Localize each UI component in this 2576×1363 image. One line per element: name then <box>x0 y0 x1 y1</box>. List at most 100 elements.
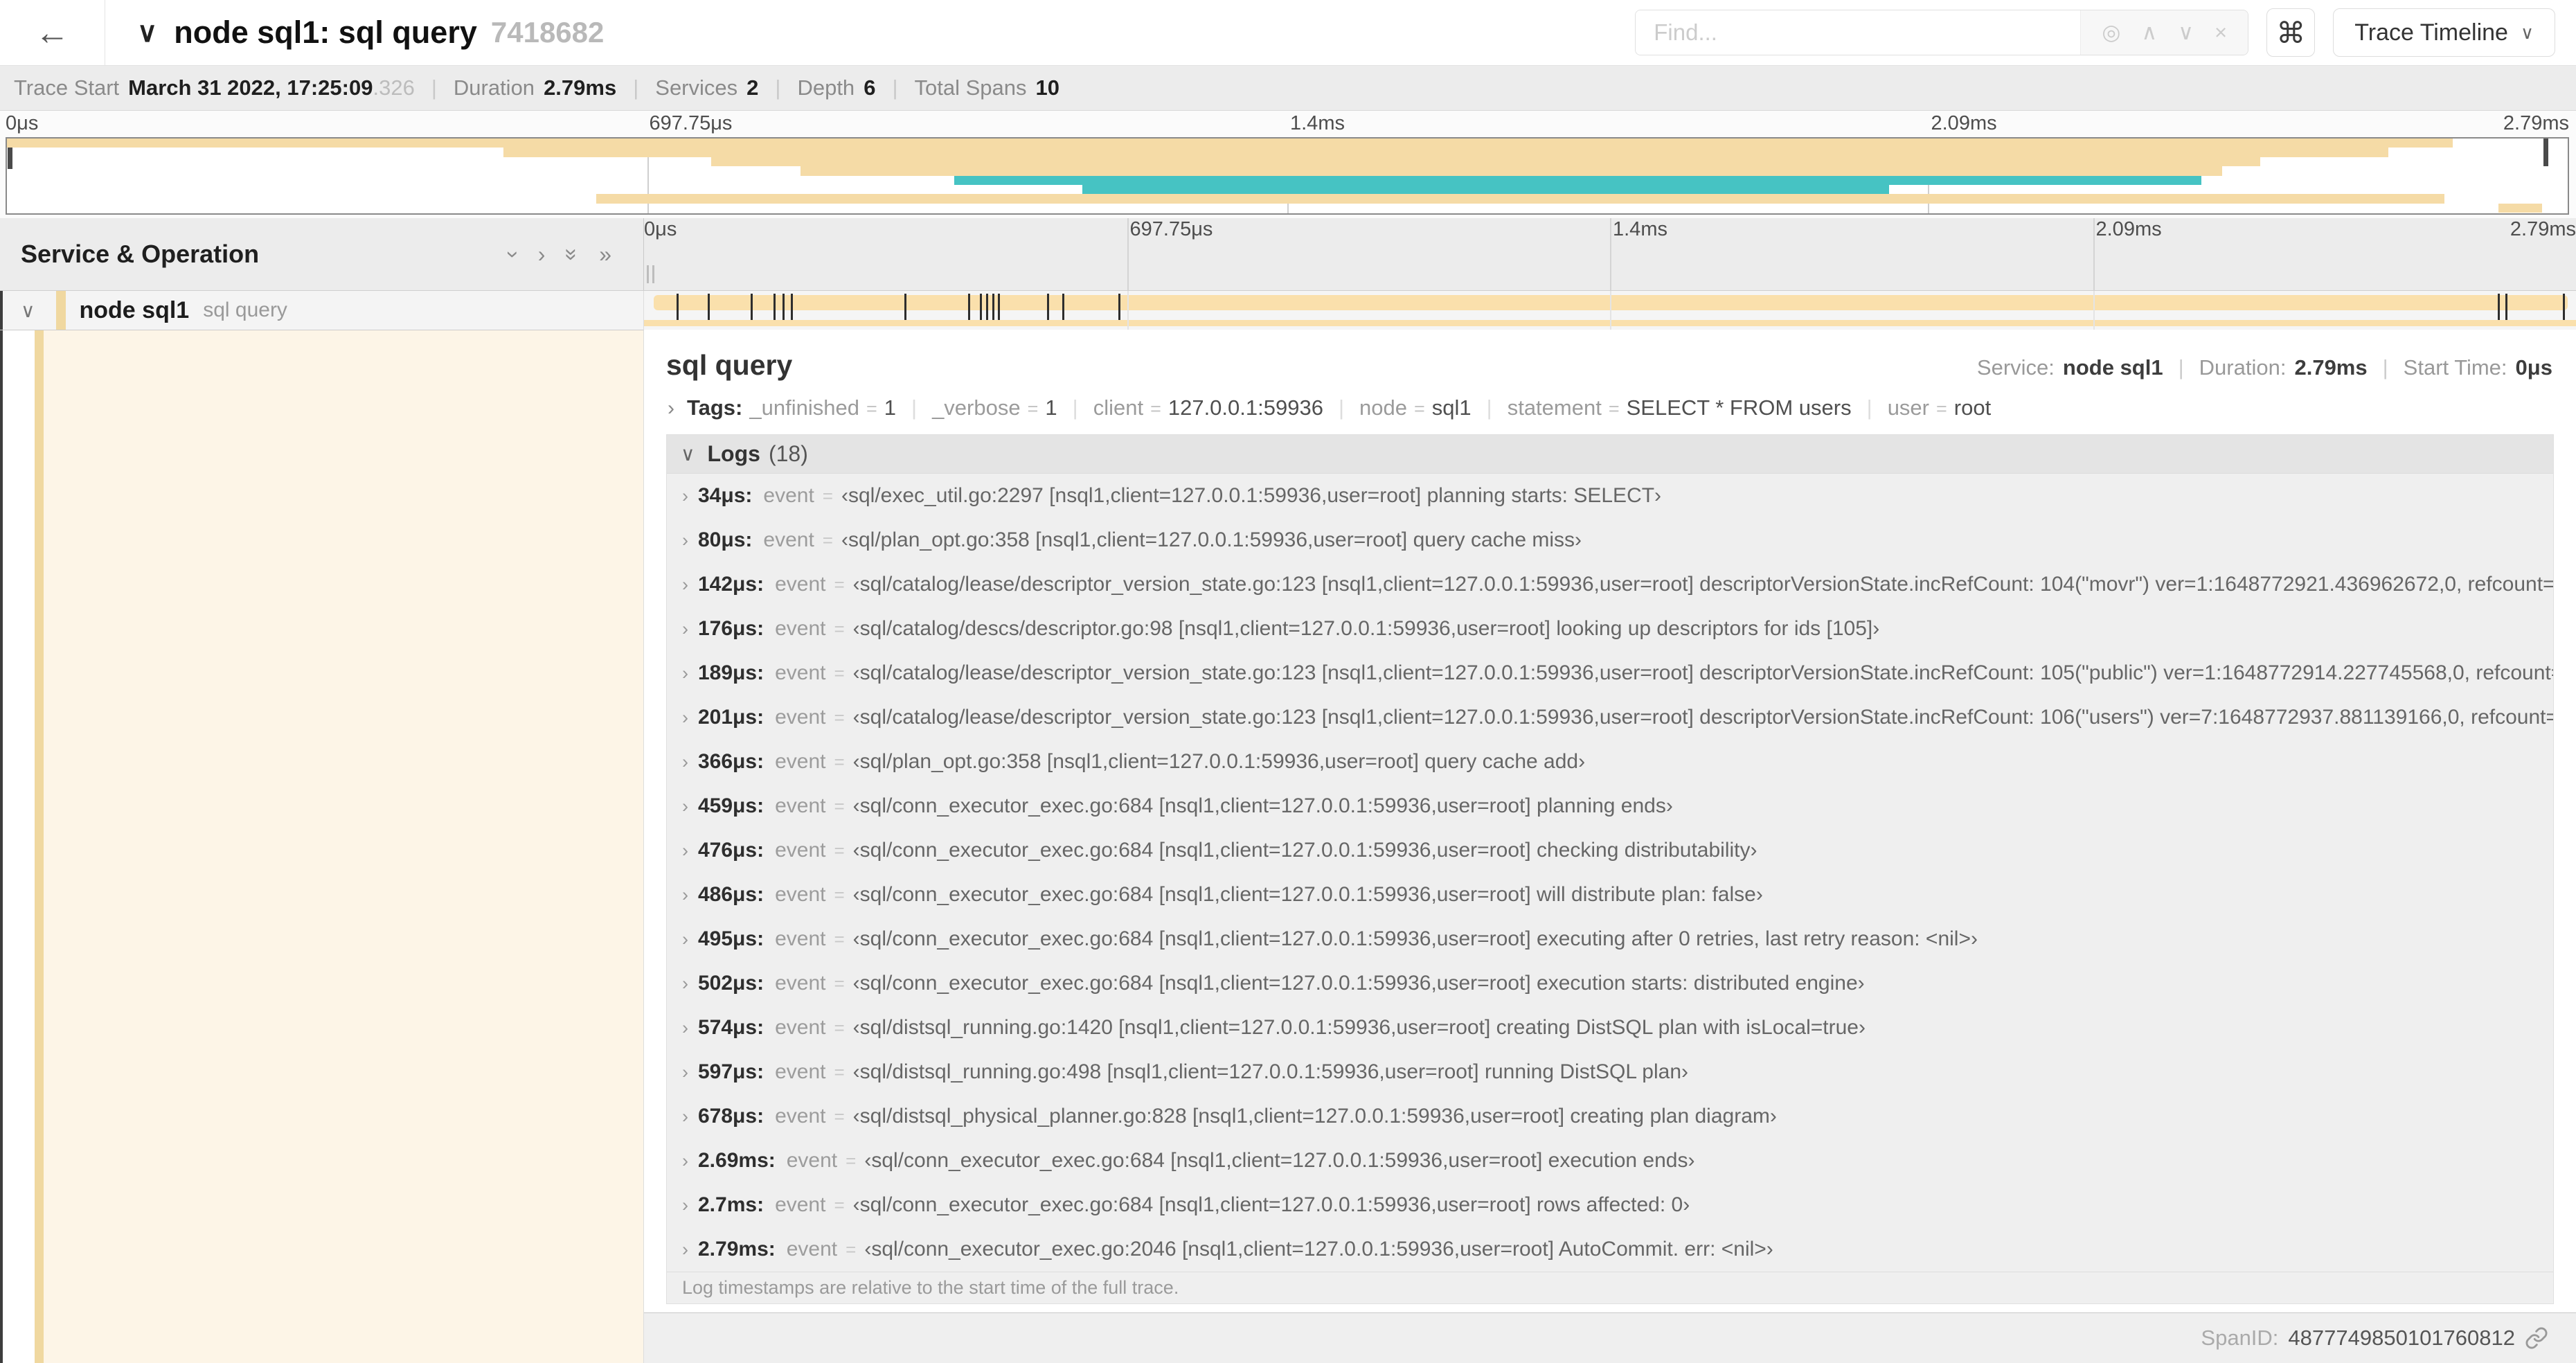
log-expand-chevron-icon[interactable]: › <box>682 618 688 640</box>
span-id-label: SpanID: <box>2201 1326 2279 1350</box>
expand-one-icon[interactable]: › <box>538 242 546 267</box>
tag-item[interactable]: _unfinished = 1 <box>749 395 896 420</box>
tags-row[interactable]: › Tags: _unfinished = 1 _verbose = 1 client = 12… <box>644 390 2576 434</box>
log-row[interactable]: › 459μs: event = ‹sql/conn_executor_exec.go:… <box>667 784 2553 828</box>
log-row[interactable]: › 502μs: event = ‹sql/conn_executor_exec.go:… <box>667 961 2553 1006</box>
log-row[interactable]: › 80μs: event = ‹sql/plan_opt.go:358 [nsql1,… <box>667 518 2553 562</box>
log-row[interactable]: › 2.69ms: event = ‹sql/conn_executor_exec.go… <box>667 1139 2553 1183</box>
summary-item-label: Total Spans <box>914 75 1027 100</box>
find-input[interactable] <box>1636 10 2081 55</box>
collapse-trace-chevron-icon[interactable]: ∨ <box>137 17 157 48</box>
log-expand-chevron-icon[interactable]: › <box>682 1150 688 1172</box>
span-collapse-chevron-icon[interactable]: ∨ <box>21 299 35 322</box>
minimap-span-stripe <box>503 148 2389 157</box>
log-expand-chevron-icon[interactable]: › <box>682 1106 688 1128</box>
expand-all-icon[interactable]: » <box>599 242 611 267</box>
timeline-columns-header: Service & Operation › › » » 0μs 697.75μs 1… <box>0 218 2576 291</box>
logs-count: (18) <box>768 441 808 466</box>
summary-item: Depth 6 <box>758 75 875 100</box>
timeline-minimap: 0μs 697.75μs 1.4ms 2.09ms 2.79ms <box>0 111 2576 218</box>
tag-item[interactable]: statement = SELECT * FROM users <box>1472 395 1852 420</box>
tick-label: 1.4ms <box>1613 218 1667 240</box>
log-row[interactable]: › 597μs: event = ‹sql/distsql_running.go:498… <box>667 1050 2553 1094</box>
equals-sign: = <box>1936 398 1947 419</box>
log-row[interactable]: › 2.79ms: event = ‹sql/conn_executor_exec.go… <box>667 1227 2553 1272</box>
summary-item: Total Spans 10 <box>875 75 1059 100</box>
tags-expand-chevron-icon[interactable]: › <box>668 397 674 420</box>
tag-key: statement <box>1507 395 1602 420</box>
log-expand-chevron-icon[interactable]: › <box>682 574 688 596</box>
tag-item[interactable]: user = root <box>1852 395 1992 420</box>
log-row[interactable]: › 34μs: event = ‹sql/exec_util.go:2297 [nsql… <box>667 474 2553 518</box>
log-expand-chevron-icon[interactable]: › <box>682 707 688 729</box>
collapse-all-icon[interactable]: » <box>560 248 585 260</box>
trace-summary-bar: Trace StartMarch 31 2022, 17:25:09.326Du… <box>0 66 2576 111</box>
log-expand-chevron-icon[interactable]: › <box>682 530 688 551</box>
log-message: ‹sql/catalog/lease/descriptor_version_st… <box>852 706 2553 729</box>
log-row[interactable]: › 2.7ms: event = ‹sql/conn_executor_exec.go:… <box>667 1183 2553 1227</box>
log-row[interactable]: › 201μs: event = ‹sql/catalog/lease/descript… <box>667 695 2553 740</box>
log-row[interactable]: › 678μs: event = ‹sql/distsql_physical_plann… <box>667 1094 2553 1139</box>
tag-key: _verbose <box>932 395 1021 420</box>
log-expand-chevron-icon[interactable]: › <box>682 663 688 684</box>
column-resizer-handle[interactable] <box>647 265 654 283</box>
tick-label: 2.09ms <box>2095 218 2162 240</box>
equals-sign: = <box>846 1150 857 1171</box>
equals-sign: = <box>822 529 833 551</box>
log-expand-chevron-icon[interactable]: › <box>682 1195 688 1216</box>
span-color-bar <box>55 291 66 330</box>
span-row[interactable]: ∨ node sql1 sql query <box>0 291 2576 330</box>
match-highlight-icon[interactable]: ◎ <box>2102 20 2120 45</box>
prev-result-icon[interactable]: ∧ <box>2141 20 2157 45</box>
log-marker <box>2498 294 2501 323</box>
trace-view-label: Trace Timeline <box>2354 19 2508 46</box>
log-row[interactable]: › 486μs: event = ‹sql/conn_executor_exec.go:… <box>667 873 2553 917</box>
clear-search-icon[interactable]: × <box>2215 20 2227 45</box>
span-service-name[interactable]: node sql1 <box>80 297 190 324</box>
log-expand-chevron-icon[interactable]: › <box>682 1017 688 1039</box>
back-button[interactable]: ← <box>0 0 105 65</box>
log-message: ‹sql/conn_executor_exec.go:684 [nsql1,cl… <box>852 794 1673 817</box>
log-row[interactable]: › 176μs: event = ‹sql/catalog/descs/descript… <box>667 607 2553 651</box>
log-message: ‹sql/catalog/lease/descriptor_version_st… <box>852 661 2553 684</box>
next-result-icon[interactable]: ∨ <box>2178 20 2194 45</box>
deep-link-icon[interactable] <box>2525 1326 2548 1350</box>
log-expand-chevron-icon[interactable]: › <box>682 929 688 950</box>
trace-view-dropdown[interactable]: Trace Timeline ∨ <box>2333 8 2555 57</box>
log-message: ‹sql/catalog/lease/descriptor_version_st… <box>852 573 2553 596</box>
keyboard-shortcuts-button[interactable]: ⌘ <box>2266 8 2316 57</box>
tag-item[interactable]: client = 127.0.0.1:59936 <box>1057 395 1323 420</box>
log-row[interactable]: › 366μs: event = ‹sql/plan_opt.go:358 [nsql1… <box>667 740 2553 784</box>
minimap-canvas[interactable] <box>6 137 2569 215</box>
log-expand-chevron-icon[interactable]: › <box>682 973 688 995</box>
log-timestamp: 495μs: <box>698 927 764 950</box>
log-timestamp: 34μs: <box>698 484 753 507</box>
log-row[interactable]: › 189μs: event = ‹sql/catalog/lease/descript… <box>667 651 2553 695</box>
page-title: node sql1: sql query <box>174 15 477 50</box>
log-row[interactable]: › 142μs: event = ‹sql/catalog/lease/descript… <box>667 562 2553 607</box>
log-message: ‹sql/conn_executor_exec.go:684 [nsql1,cl… <box>852 1193 1690 1216</box>
detail-meta-label: Duration: <box>2199 355 2287 380</box>
tag-item[interactable]: node = sql1 <box>1323 395 1472 420</box>
log-message: ‹sql/conn_executor_exec.go:684 [nsql1,cl… <box>852 927 1978 950</box>
log-field-key: event <box>775 927 826 950</box>
log-expand-chevron-icon[interactable]: › <box>682 1239 688 1260</box>
tag-item[interactable]: _verbose = 1 <box>896 395 1057 420</box>
log-row[interactable]: › 476μs: event = ‹sql/conn_executor_exec.go:… <box>667 828 2553 873</box>
log-marker <box>1118 294 1120 323</box>
log-row[interactable]: › 574μs: event = ‹sql/distsql_running.go:142… <box>667 1006 2553 1050</box>
log-expand-chevron-icon[interactable]: › <box>682 485 688 507</box>
log-expand-chevron-icon[interactable]: › <box>682 1062 688 1083</box>
log-expand-chevron-icon[interactable]: › <box>682 840 688 862</box>
minimap-right-drag-handle[interactable] <box>2543 139 2548 166</box>
log-expand-chevron-icon[interactable]: › <box>682 884 688 906</box>
collapse-one-icon[interactable]: › <box>501 251 526 258</box>
log-rows: › 34μs: event = ‹sql/exec_util.go:2297 [nsql… <box>667 474 2553 1272</box>
tag-value: 1 <box>1045 395 1057 420</box>
logs-header[interactable]: ∨ Logs (18) <box>667 435 2553 474</box>
logs-collapse-chevron-icon[interactable]: ∨ <box>681 443 695 465</box>
log-expand-chevron-icon[interactable]: › <box>682 796 688 817</box>
log-expand-chevron-icon[interactable]: › <box>682 751 688 773</box>
log-row[interactable]: › 495μs: event = ‹sql/conn_executor_exec.go:… <box>667 917 2553 961</box>
service-operation-title: Service & Operation <box>21 240 260 268</box>
